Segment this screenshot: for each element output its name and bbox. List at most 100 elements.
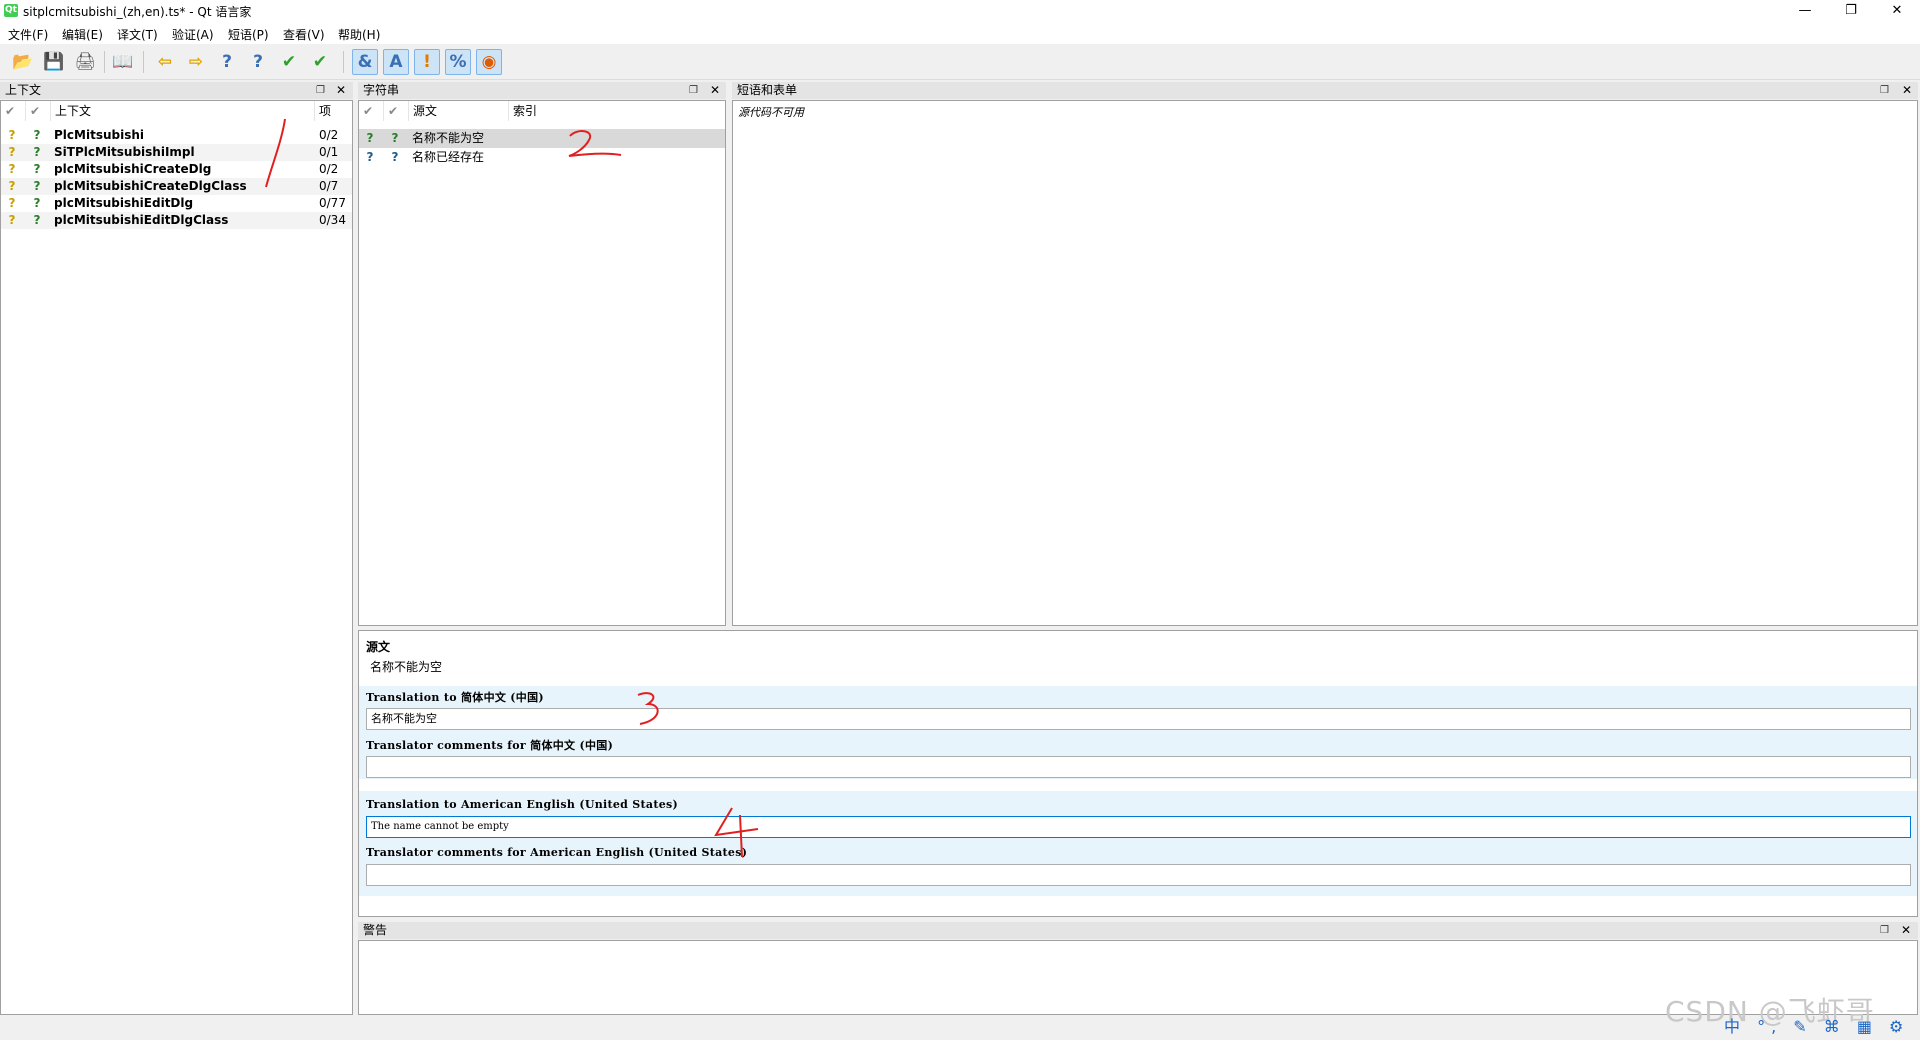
warnings-dock-label: 警告 <box>363 923 388 937</box>
source-unavailable-message: 源代码不可用 <box>738 106 804 119</box>
phrase-check-icon[interactable]: ! <box>414 49 440 75</box>
source-label: 源文 <box>366 640 391 654</box>
string-source: 名称已经存在 <box>412 150 485 164</box>
comments-zh-label: Translator comments for 简体中文 (中国) <box>366 739 614 752</box>
menu-bar: 文件(F) 编辑(E) 译文(T) 验证(A) 短语(P) 查看(V) 帮助(H… <box>0 22 1920 44</box>
translation-en-label: Translation to American English (United … <box>366 798 679 811</box>
context-name: SiTPlcMitsubishiImpl <box>54 145 195 159</box>
check-column-icon: ✔ <box>359 101 384 121</box>
unfinished-icon: ? <box>8 179 16 193</box>
phrases-dock-title: 短语和表单 ❐ ✕ <box>732 82 1918 99</box>
string-source: 名称不能为空 <box>412 131 485 145</box>
menu-translation[interactable]: 译文(T) <box>117 26 158 43</box>
context-row[interactable]: ? ? plcMitsubishiCreateDlgClass 0/7 <box>1 178 352 195</box>
toolbar-separator <box>343 51 344 73</box>
context-count: 0/1 <box>319 145 339 159</box>
comments-en-label: Translator comments for American English… <box>366 846 748 859</box>
close-icon[interactable]: ✕ <box>710 82 720 99</box>
close-icon[interactable]: ✕ <box>1901 922 1911 939</box>
menu-file[interactable]: 文件(F) <box>8 26 48 43</box>
context-row[interactable]: ? ? SiTPlcMitsubishiImpl 0/1 <box>1 144 352 161</box>
column-header-items[interactable]: 项 <box>315 101 352 121</box>
translation-zh-input[interactable]: 名称不能为空 <box>366 708 1911 730</box>
context-name: plcMitsubishiCreateDlg <box>54 162 212 176</box>
done-and-next-icon[interactable]: ✔ <box>307 49 333 75</box>
unfinished-icon: ? <box>33 179 41 193</box>
context-row[interactable]: ? ? PlcMitsubishi 0/2 <box>1 127 352 144</box>
context-list[interactable]: ✔ ✔ 上下文 项 ? ? PlcMitsubishi 0/2 ? ? SiTP… <box>0 100 353 1015</box>
toolbar-separator <box>143 51 144 73</box>
strings-list[interactable]: ✔ ✔ 源文 索引 ? ? 名称不能为空 ? ? 名称已经存在 <box>358 100 726 626</box>
check-column-icon: ✔ <box>26 101 51 121</box>
source-code-view: 源代码不可用 <box>732 100 1918 626</box>
unfinished-icon: ? <box>391 131 399 145</box>
placeholder-check-icon[interactable]: % <box>445 49 471 75</box>
menu-validation[interactable]: 验证(A) <box>172 26 214 43</box>
unfinished-icon: ? <box>8 162 16 176</box>
column-header-context[interactable]: 上下文 <box>51 101 315 121</box>
translation-en-input[interactable]: The name cannot be empty <box>366 816 1911 838</box>
comments-zh-input[interactable] <box>366 756 1911 778</box>
menu-phrases[interactable]: 短语(P) <box>228 26 269 43</box>
context-dock-label: 上下文 <box>5 83 42 97</box>
minimize-button[interactable]: — <box>1782 0 1828 22</box>
string-row[interactable]: ? ? 名称已经存在 <box>359 148 725 167</box>
accelerator-check-icon[interactable]: & <box>352 49 378 75</box>
unfinished-icon: ? <box>8 213 16 227</box>
close-icon[interactable]: ✕ <box>1902 82 1912 99</box>
context-row[interactable]: ? ? plcMitsubishiCreateDlg 0/2 <box>1 161 352 178</box>
unfinished-icon: ? <box>391 150 399 164</box>
close-icon[interactable]: ✕ <box>336 82 346 99</box>
context-name: PlcMitsubishi <box>54 128 144 142</box>
context-count: 0/34 <box>319 213 346 227</box>
prev-icon[interactable]: ⇦ <box>152 49 178 75</box>
punctuation-check-icon[interactable]: A <box>383 49 409 75</box>
float-icon[interactable]: ❐ <box>316 82 325 99</box>
close-button[interactable]: ✕ <box>1874 0 1920 22</box>
ime-tray[interactable]: 中 °, ✎ ⌘ ▦ ⚙ <box>1724 1013 1909 1037</box>
context-row[interactable]: ? ? plcMitsubishiEditDlg 0/77 <box>1 195 352 212</box>
string-row-selected[interactable]: ? ? 名称不能为空 <box>359 129 725 148</box>
done-icon[interactable]: ✔ <box>276 49 302 75</box>
float-icon[interactable]: ❐ <box>1880 922 1889 939</box>
title-bar: Qt sitplcmitsubishi_(zh,en).ts* - Qt 语言家… <box>0 0 1920 22</box>
context-name: plcMitsubishiEditDlgClass <box>54 213 229 227</box>
toolbar: 📂 💾 🖨 📖 ⇦ ⇨ ? ? ✔ ✔ & A ! % ◉ <box>0 45 1920 80</box>
unfinished-icon: ? <box>8 128 16 142</box>
context-dock-title: 上下文 ❐ ✕ <box>0 82 353 99</box>
translation-zh-label: Translation to 简体中文 (中国) <box>366 691 544 704</box>
float-icon[interactable]: ❐ <box>689 82 698 99</box>
next-icon[interactable]: ⇨ <box>183 49 209 75</box>
comments-en-input[interactable] <box>366 864 1911 886</box>
restore-button[interactable]: ❐ <box>1828 0 1874 22</box>
unfinished-icon: ? <box>33 128 41 142</box>
prev-unfinished-icon[interactable]: ? <box>214 49 240 75</box>
unfinished-icon: ? <box>8 145 16 159</box>
menu-view[interactable]: 查看(V) <box>283 26 325 43</box>
menu-help[interactable]: 帮助(H) <box>338 26 380 43</box>
unfinished-icon: ? <box>33 196 41 210</box>
open-icon[interactable]: 📂 <box>10 49 36 75</box>
context-name: plcMitsubishiEditDlg <box>54 196 194 210</box>
print-icon[interactable]: 🖨 <box>72 49 98 75</box>
context-count: 0/77 <box>319 196 346 210</box>
check-column-icon: ✔ <box>1 101 26 121</box>
phrases-dock-label: 短语和表单 <box>737 83 798 97</box>
qt-linguist-icon: Qt <box>4 4 18 17</box>
column-header-index[interactable]: 索引 <box>509 101 725 121</box>
column-header-source[interactable]: 源文 <box>409 101 509 121</box>
unfinished-icon: ? <box>366 150 374 164</box>
source-text: 名称不能为空 <box>370 660 443 674</box>
menu-edit[interactable]: 编辑(E) <box>62 26 103 43</box>
warnings-dock-title: 警告 ❐ ✕ <box>358 922 1918 939</box>
next-unfinished-icon[interactable]: ? <box>245 49 271 75</box>
unfinished-icon: ? <box>33 145 41 159</box>
float-icon[interactable]: ❐ <box>1880 82 1889 99</box>
surrounding-check-icon[interactable]: ◉ <box>476 49 502 75</box>
phrase-book-icon[interactable]: 📖 <box>110 49 136 75</box>
unfinished-icon: ? <box>33 213 41 227</box>
context-row[interactable]: ? ? plcMitsubishiEditDlgClass 0/34 <box>1 212 352 229</box>
strings-dock-title: 字符串 ❐ ✕ <box>358 82 726 99</box>
unfinished-icon: ? <box>366 131 374 145</box>
save-icon[interactable]: 💾 <box>41 49 67 75</box>
